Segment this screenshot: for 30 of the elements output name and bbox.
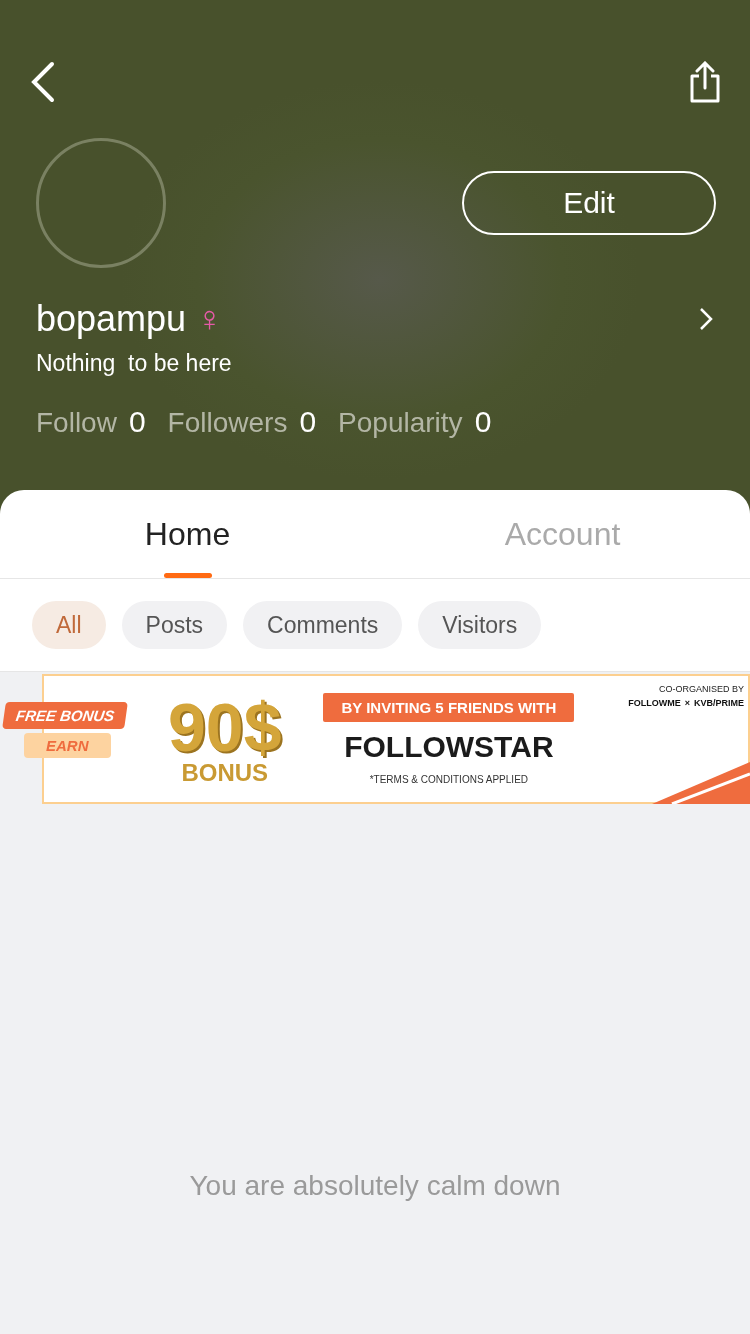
stat-value: 0 (128, 405, 146, 439)
organiser-caption: CO-ORGANISED BY (659, 684, 744, 694)
chevron-right-icon[interactable] (698, 306, 714, 332)
stat-value: 0 (474, 405, 492, 439)
filter-chip[interactable]: Visitors (418, 601, 542, 649)
edit-button[interactable]: Edit (462, 171, 716, 235)
username: bopampu (36, 298, 187, 339)
share-icon[interactable] (688, 61, 722, 103)
tab[interactable]: Home (0, 490, 375, 578)
ribbon-label: FREE BONUS (2, 702, 129, 729)
bio-text: Nothing to be here (36, 350, 233, 377)
gender-symbol: ♀ (196, 298, 224, 339)
stat-label: Popularity (338, 407, 463, 439)
times-sign: × (684, 698, 690, 708)
promo-banner[interactable]: FREE BONUS EARN 90$ BONUS BY INVITING 5 FRIENDS WITH FOLLOWSTAR *TERMS & CONDITIONS APPLIED CO-ORGANISED BY FOLLOWME × KVB/PRIME (0, 674, 750, 804)
bonus-amount: 90$ (168, 693, 282, 761)
banner-headline: BY INVITING 5 FRIENDS WITH (323, 693, 575, 722)
bonus-caption: BONUS (181, 761, 269, 785)
empty-message: You are absolutely calm down (188, 1170, 562, 1202)
stat-value: 0 (299, 405, 317, 439)
filter-chip[interactable]: All (32, 601, 106, 649)
organiser-name: KVB/PRIME (694, 698, 744, 708)
stat-label: Followers (167, 407, 288, 439)
terms-text: *TERMS & CONDITIONS APPLIED (369, 774, 529, 785)
filter-chip[interactable]: Posts (121, 601, 228, 649)
stat-label: Follow (36, 407, 117, 439)
ribbon-label: EARN (24, 733, 111, 758)
brand-name: FOLLOWSTAR (344, 730, 554, 764)
filter-chip[interactable]: Comments (243, 601, 403, 649)
organiser-name: FOLLOWME (628, 698, 681, 708)
